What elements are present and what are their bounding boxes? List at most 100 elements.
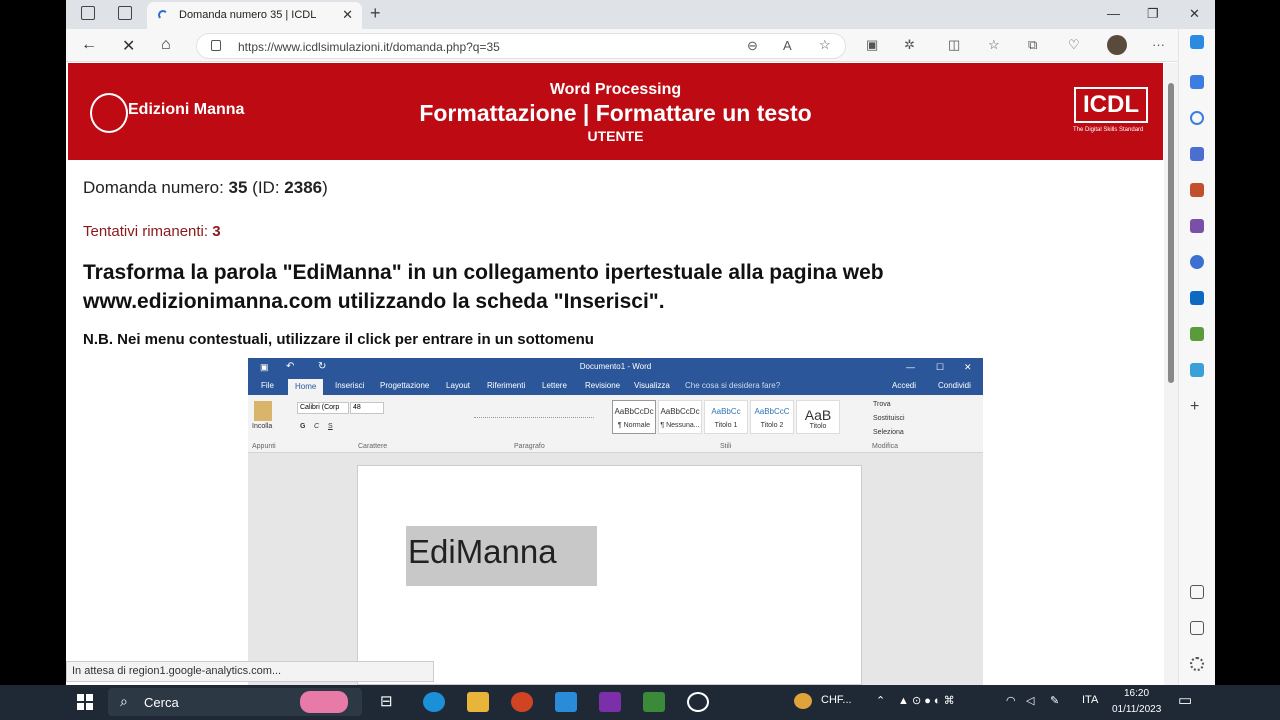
pen-icon[interactable]: ✎ [1050,694,1059,707]
task-view-icon[interactable]: ⊟ [380,692,393,710]
word-tab-visualizza[interactable]: Visualizza [634,381,670,390]
style-titolo[interactable]: AaB Titolo [796,400,840,434]
bold-button[interactable]: G [300,423,305,430]
question-text: Trasforma la parola "EdiManna" in un col… [83,261,884,313]
clock-date[interactable]: 01/11/2023 [1112,704,1161,715]
app-icon[interactable] [643,692,665,712]
web-page: Edizioni Manna Word Processing Formattaz… [66,63,1164,685]
edge-app-icon[interactable] [423,692,445,712]
send-icon[interactable] [1190,363,1204,377]
tell-me-box[interactable]: Che cosa si desidera fare? [685,381,780,390]
paragraph-controls[interactable] [474,408,594,418]
tab-actions-icon[interactable] [118,6,132,20]
games-icon[interactable] [1190,219,1204,233]
page-scrollbar[interactable] [1164,63,1178,685]
find-button[interactable]: Trova [873,401,891,408]
show-hidden-icons[interactable]: ⌃ [876,694,885,707]
tools-icon[interactable] [1190,183,1204,197]
tray-icons[interactable]: ▲ ⊙ ● ◐ ⌘ [898,694,955,707]
notification-center-icon[interactable]: ▭ [1178,691,1192,709]
settings-gear-icon[interactable] [1190,657,1204,671]
new-tab-icon[interactable]: + [370,3,381,24]
search-icon: ⌕ [120,693,128,709]
clock-time[interactable]: 16:20 [1124,688,1149,699]
word-tab-progettazione[interactable]: Progettazione [380,381,429,390]
banner-title: Formattazione | Formattare un testo [419,100,812,126]
word-tab-lettere[interactable]: Lettere [542,381,567,390]
style-titolo2[interactable]: AaBbCcC Titolo 2 [750,400,794,434]
word-tab-revisione[interactable]: Revisione [585,381,620,390]
recorder-icon[interactable] [687,692,709,712]
search-icon[interactable] [1190,111,1204,125]
external-link-icon[interactable] [1190,621,1204,635]
style-titolo1[interactable]: AaBbCc Titolo 1 [704,400,748,434]
office-icon[interactable] [1190,255,1204,269]
designer-icon[interactable] [1190,327,1204,341]
style-normale[interactable]: AaBbCcDc ¶ Normale [612,400,656,434]
word-simulation: ▣ ↶ ↻ Documento1 - Word — ☐ ✕ File Home … [248,358,983,685]
address-bar[interactable]: https://www.icdlsimulazioni.it/domanda.p… [196,33,846,59]
icdl-tagline: The Digital Skills Standard [1073,127,1144,133]
read-aloud-icon[interactable]: A [783,38,792,53]
file-explorer-icon[interactable] [467,692,489,712]
windows-start-icon[interactable] [77,694,94,711]
restore-icon[interactable]: ❐ [1147,6,1159,22]
more-menu-icon[interactable]: ··· [1152,37,1165,52]
word-document-page[interactable]: EdiManna [357,465,862,685]
collections-icon[interactable]: ⧉ [1028,37,1037,53]
home-icon[interactable]: ⌂ [161,36,171,54]
word-tab-riferimenti[interactable]: Riferimenti [487,381,525,390]
volume-icon[interactable]: ◁ [1026,694,1034,707]
extensions-icon[interactable]: ✲ [904,37,915,53]
word-maximize-icon[interactable]: ☐ [936,362,944,373]
font-size-box[interactable]: 48 [350,402,384,414]
word-tab-file[interactable]: File [261,381,274,390]
taskbar-search[interactable]: ⌕ Cerca [108,688,362,716]
word-close-icon[interactable]: ✕ [964,362,972,373]
pip-icon[interactable]: ▣ [866,37,878,53]
avatar[interactable] [1107,35,1127,55]
word-minimize-icon[interactable]: — [906,362,915,372]
close-tab-icon[interactable]: ✕ [342,7,353,23]
word-tab-layout[interactable]: Layout [446,381,470,390]
word-tab-inserisci[interactable]: Inserisci [335,381,364,390]
minimize-icon[interactable]: — [1107,6,1120,21]
mail-icon[interactable] [555,692,577,712]
copilot-icon[interactable] [1190,35,1204,49]
shopping-icon[interactable] [1190,147,1204,161]
style-nessuna[interactable]: AaBbCcDc ¶ Nessuna... [658,400,702,434]
add-icon[interactable]: + [1190,399,1204,415]
onenote-icon[interactable] [599,692,621,712]
replace-button[interactable]: Sostituisci [873,415,905,422]
weather-text[interactable]: CHF... [821,694,852,706]
paste-icon[interactable] [254,401,272,421]
health-icon[interactable]: ♡ [1068,37,1080,53]
sidebar-toggle-icon[interactable] [1190,585,1204,599]
notifications-icon[interactable] [1190,75,1204,89]
paste-label[interactable]: Incolla [252,423,272,430]
favorites-icon[interactable]: ☆ [988,37,1000,53]
stop-icon[interactable]: ✕ [122,36,135,56]
underline-button[interactable]: S [328,423,333,430]
word-share[interactable]: Condividi [938,381,971,390]
url-text[interactable]: https://www.icdlsimulazioni.it/domanda.p… [238,40,500,54]
font-name-box[interactable]: Calibri (Corp [297,402,349,414]
zoom-icon[interactable]: ⊖ [747,38,758,54]
word-accedi[interactable]: Accedi [892,381,916,390]
workspaces-icon[interactable] [81,6,95,20]
scrollbar-thumb[interactable] [1168,83,1174,383]
group-appunti: Appunti [252,443,276,450]
select-button[interactable]: Seleziona [873,429,904,436]
selected-text[interactable]: EdiManna [406,526,597,586]
wifi-icon[interactable]: ◠ [1006,694,1016,707]
back-icon[interactable]: ← [81,36,97,54]
browser-tab[interactable]: Domanda numero 35 | ICDL ✕ [147,2,362,29]
language-indicator[interactable]: ITA [1082,694,1098,706]
close-window-icon[interactable]: ✕ [1189,6,1200,22]
word-tab-home[interactable]: Home [288,379,324,395]
outlook-icon[interactable] [1190,291,1204,305]
favorite-star-icon[interactable]: ☆ [819,37,831,53]
split-screen-icon[interactable]: ◫ [948,37,960,53]
italic-button[interactable]: C [314,423,319,430]
powerpoint-icon[interactable] [511,692,533,712]
